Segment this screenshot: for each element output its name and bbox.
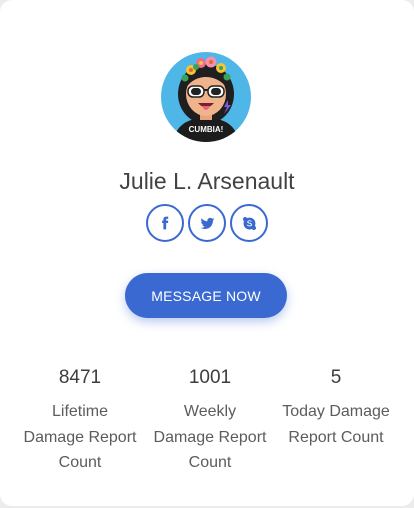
stat-label-line: Weekly xyxy=(183,403,237,420)
stat-value: 5 xyxy=(330,367,342,388)
avatar: CUMBIA! xyxy=(161,52,251,142)
stat-label-line: Count xyxy=(188,454,232,471)
stat-value: 1001 xyxy=(188,367,232,388)
stat-label-line: Damage Report xyxy=(23,428,137,446)
profile-name: Julie L. Arsenault xyxy=(119,168,295,194)
stat-weekly: 1001 Weekly Damage Report Count xyxy=(145,366,275,476)
stat-lifetime: 8471 Lifetime Damage Report Count xyxy=(15,366,145,476)
facebook-icon xyxy=(158,216,172,230)
stat-label: Today Damage Report Count xyxy=(271,399,401,450)
stat-label: Weekly Damage Report Count xyxy=(145,399,275,476)
stat-label-line: Today Damage xyxy=(282,403,390,420)
stat-label-line: Lifetime xyxy=(51,403,109,420)
profile-card: CUMBIA! Julie L. Arsenault MESSAGE NOW 8… xyxy=(0,0,414,506)
stat-label: Lifetime Damage Report Count xyxy=(15,399,145,476)
skype-icon xyxy=(242,216,257,231)
skype-button[interactable] xyxy=(230,204,268,242)
twitter-button[interactable] xyxy=(188,204,226,242)
stat-value: 8471 xyxy=(58,367,102,388)
twitter-icon xyxy=(200,216,215,231)
svg-text:CUMBIA!: CUMBIA! xyxy=(189,125,224,134)
social-links xyxy=(146,204,268,242)
facebook-button[interactable] xyxy=(146,204,184,242)
stat-label-line: Report Count xyxy=(288,428,384,446)
stat-label-line: Damage Report xyxy=(153,428,267,446)
message-now-button[interactable]: MESSAGE NOW xyxy=(125,273,287,318)
stat-today: 5 Today Damage Report Count xyxy=(271,366,401,450)
stat-label-line: Count xyxy=(58,454,102,471)
